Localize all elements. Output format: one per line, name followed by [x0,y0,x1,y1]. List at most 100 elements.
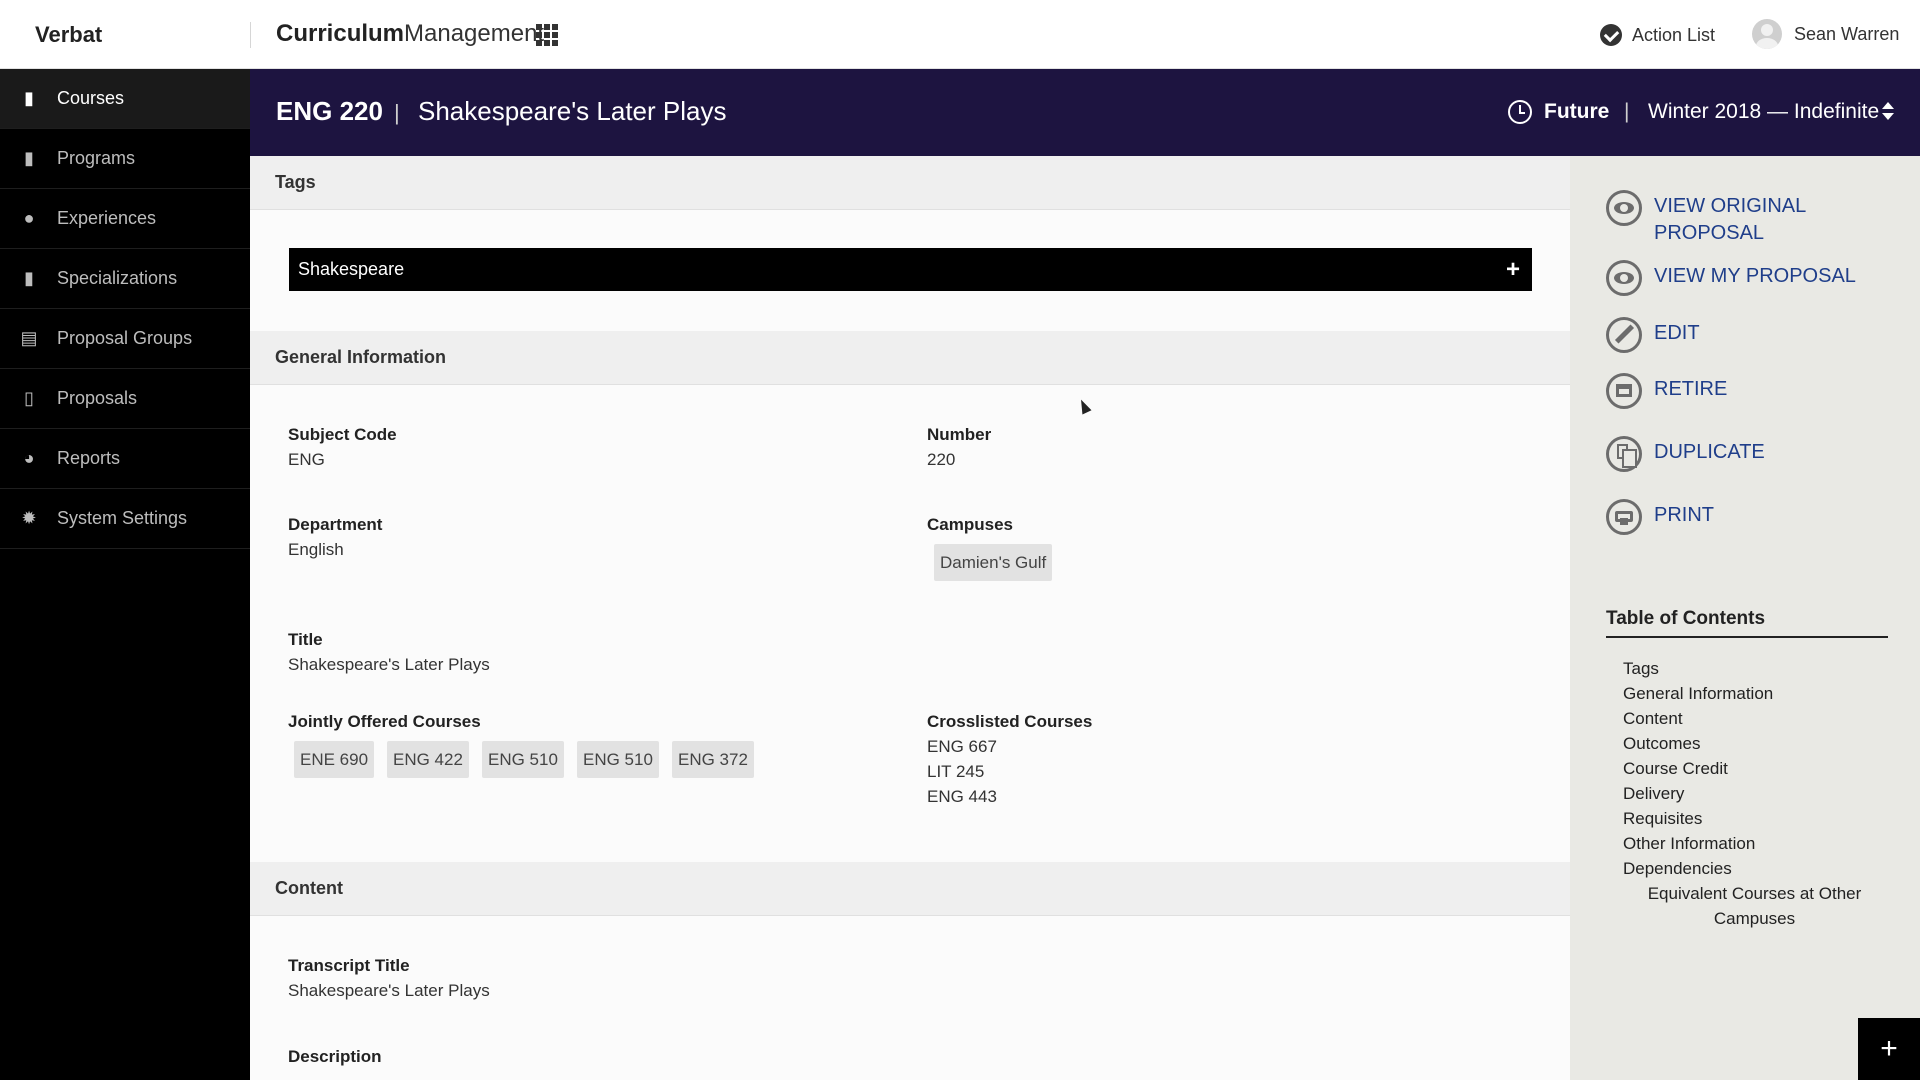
app-title-regular: Management [404,20,545,47]
duplicate-button[interactable]: DUPLICATE [1606,436,1765,472]
campuses-label: Campuses [927,515,1013,534]
sidebar-item-label: System Settings [57,508,188,528]
sort-updown-icon[interactable] [1882,102,1894,122]
campus-chip: Damien's Gulf [934,544,1053,581]
section-heading-general: General Information [250,331,1570,385]
sidebar-item-specializations[interactable]: ▮ Specializations [0,249,250,309]
section-heading-content: Content [250,862,1570,916]
books-icon: ▮ [24,148,34,168]
check-circle-icon [1600,24,1622,46]
sidebar-item-system-settings[interactable]: ✹ System Settings [0,489,250,549]
sidebar-item-label: Experiences [57,208,157,228]
toc-item[interactable]: Requisites [1623,806,1883,831]
action-list-link[interactable]: Action List [1600,22,1715,48]
avatar [1752,19,1782,49]
jointly-offered-label: Jointly Offered Courses [288,712,481,731]
user-menu[interactable]: Sean Warren [1752,19,1899,49]
action-label: EDIT [1654,322,1700,344]
action-label: PRINT [1654,504,1714,526]
toc-item[interactable]: Course Credit [1623,756,1883,781]
crosslisted-course: ENG 667 [927,737,997,756]
print-button[interactable]: PRINT [1606,499,1714,535]
course-title: Shakespeare's Later Plays [418,96,727,126]
app-launcher-grid-icon[interactable] [536,24,558,46]
crosslisted-course: ENG 443 [927,787,997,806]
toc-item[interactable]: Other Information [1623,831,1883,856]
action-label: DUPLICATE [1654,441,1765,463]
jointly-offered-chip[interactable]: ENG 422 [387,741,469,778]
toc-item[interactable]: Tags [1623,656,1883,681]
transcript-title-label: Transcript Title [288,956,410,975]
header-separator: | [394,100,400,125]
jointly-offered-chip[interactable]: ENG 372 [672,741,754,778]
crosslisted-label: Crosslisted Courses [927,712,1093,731]
view-original-proposal-button[interactable]: VIEW ORIGINAL PROPOSAL [1606,190,1854,247]
plus-icon[interactable]: + [1506,257,1520,282]
course-code: ENG 220 [276,96,383,126]
toc-item[interactable]: Dependencies [1623,856,1883,881]
retire-button[interactable]: RETIRE [1606,373,1727,409]
sidebar-item-label: Specializations [57,268,178,288]
gear-icon: ✹ [21,508,37,528]
pencil-icon [1606,317,1642,353]
content-section: Transcript Title Shakespeare's Later Pla… [250,916,1570,1080]
eye-icon [1606,260,1642,296]
tag-label: Shakespeare [298,259,405,279]
jointly-offered-chip[interactable]: ENG 510 [482,741,564,778]
proposal-groups-icon: ▤ [20,328,38,348]
sidebar-item-label: Reports [57,448,121,468]
number-label: Number [927,425,992,444]
sidebar-item-courses[interactable]: ▮ Courses [0,69,250,129]
eye-icon [1606,190,1642,226]
sidebar-item-proposals[interactable]: ▯ Proposals [0,369,250,429]
department-value: English [288,540,344,559]
archive-box-icon [1606,373,1642,409]
course-header: ENG 220 | Shakespeare's Later Plays Futu… [250,69,1920,156]
sidebar-item-label: Programs [57,148,136,168]
action-label: VIEW MY PROPOSAL [1654,265,1856,287]
add-button[interactable]: + [1858,1018,1920,1080]
sidebar-item-programs[interactable]: ▮ Programs [0,129,250,189]
sidebar-item-reports[interactable]: ◕ Reports [0,429,250,489]
actions-panel: VIEW ORIGINAL PROPOSAL VIEW MY PROPOSAL … [1570,156,1920,1080]
action-label: VIEW ORIGINAL PROPOSAL [1654,195,1806,244]
sidebar: ▮ Courses ▮ Programs ● Experiences ▮ Spe… [0,69,250,1080]
tag-item[interactable]: Shakespeare + [289,248,1532,291]
brand-logo[interactable]: Verbat [35,22,102,48]
department-label: Department [288,515,383,534]
header-separator: | [1624,100,1630,123]
books-icon: ▮ [24,268,34,288]
toc-item[interactable]: Content [1623,706,1883,731]
jointly-offered-chip[interactable]: ENE 690 [294,741,375,778]
pie-chart-icon: ◕ [23,448,35,468]
sidebar-item-proposal-groups[interactable]: ▤ Proposal Groups [0,309,250,369]
book-icon: ▮ [24,88,34,108]
copy-icon [1606,436,1642,472]
document-icon: ▯ [24,388,34,408]
lightbulb-icon: ● [23,208,35,228]
view-my-proposal-button[interactable]: VIEW MY PROPOSAL [1606,260,1856,296]
printer-icon [1606,499,1642,535]
transcript-title-value: Shakespeare's Later Plays [288,981,490,1000]
number-value: 220 [927,450,956,469]
toc-item[interactable]: Delivery [1623,781,1883,806]
sidebar-item-experiences[interactable]: ● Experiences [0,189,250,249]
toc-item[interactable]: Outcomes [1623,731,1883,756]
toc-item[interactable]: General Information [1623,681,1883,706]
table-of-contents: Tags General Information Content Outcome… [1623,656,1883,931]
section-heading-tags: Tags [250,156,1570,210]
term-selector[interactable]: Winter 2018 — Indefinite [1648,100,1879,124]
top-bar: Verbat CurriculumManagement Action List … [0,0,1920,69]
toc-subitem[interactable]: Equivalent Courses at Other Campuses [1623,881,1863,931]
clock-icon [1508,100,1532,124]
edit-button[interactable]: EDIT [1606,317,1700,353]
subject-code-value: ENG [288,450,325,469]
title-label: Title [288,630,323,649]
sidebar-item-label: Proposals [57,388,138,408]
general-info-section: Subject Code ENG Number 220 Department E… [250,385,1570,862]
status-badge: Future [1544,100,1610,123]
app-title-bold: Curriculum [276,20,405,47]
toc-title: Table of Contents [1606,608,1888,638]
action-label: RETIRE [1654,378,1728,400]
jointly-offered-chip[interactable]: ENG 510 [577,741,659,778]
